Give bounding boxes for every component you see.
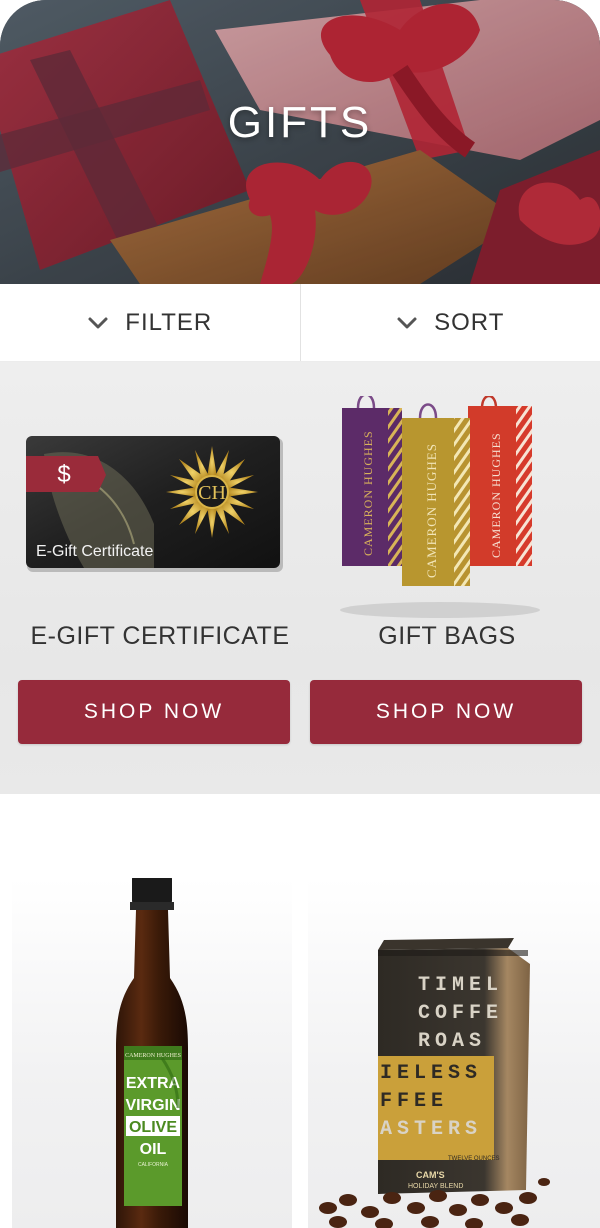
coffee-weight-text: TWELVE OUNCES [448, 1156, 500, 1162]
coffee-label-line: ASTERS [380, 1118, 482, 1141]
e-gift-certificate-title: E-GIFT CERTIFICATE [30, 622, 290, 650]
bottle-label-line: VIRGIN [125, 1097, 180, 1114]
product-card-coffee[interactable]: TIMEL COFFE ROAS IELESS FFEE ASTERS TWEL… [308, 878, 600, 1228]
hero-banner: GIFTS [0, 0, 600, 284]
coffee-flavor-text: CAM'S [416, 1170, 445, 1180]
sort-label: SORT [434, 308, 505, 336]
featured-gifts-section: CH $ E-Gift Certificate CAMERON HUGHES C… [0, 362, 600, 794]
filter-button[interactable]: FILTER [0, 284, 300, 361]
coffee-blend-text: HOLIDAY BLEND [408, 1183, 463, 1190]
bag-brand-text: CAMERON HUGHES [424, 443, 439, 578]
filter-label: FILTER [125, 308, 213, 336]
bag-brand-text: CAMERON HUGHES [361, 430, 375, 556]
chevron-down-icon [397, 317, 417, 328]
product-card-olive-oil[interactable]: CAMERON HUGHES EXTRA VIRGIN OLIVE OIL CA… [12, 876, 292, 1228]
coffee-label-line: IELESS [380, 1062, 482, 1085]
coffee-label-line: FFEE [380, 1090, 448, 1113]
page-title: GIFTS [227, 98, 373, 147]
monogram-text: CH [198, 482, 226, 504]
shop-now-button-e-gift[interactable]: SHOP NOW [18, 680, 290, 744]
filter-sort-bar: FILTER SORT [0, 284, 600, 362]
bottle-region-text: CALIFORNIA [138, 1162, 169, 1168]
coffee-label-line: ROAS [418, 1030, 486, 1053]
coffee-label-line: COFFE [418, 1002, 503, 1025]
bottle-brand-text: CAMERON HUGHES [125, 1053, 181, 1059]
coffee-label-line: TIMEL [418, 974, 503, 997]
olive-oil-bottle-image: CAMERON HUGHES EXTRA VIRGIN OLIVE OIL CA… [116, 876, 188, 1228]
bottle-label-line: OIL [140, 1141, 167, 1158]
bottle-label-line: OLIVE [129, 1119, 177, 1136]
sort-button[interactable]: SORT [299, 284, 600, 361]
gift-bags-image[interactable]: CAMERON HUGHES CAMERON HUGHES CAMERON HU… [330, 396, 544, 622]
bag-brand-text: CAMERON HUGHES [489, 432, 503, 558]
shop-now-button-gift-bags[interactable]: SHOP NOW [310, 680, 582, 744]
coffee-bag-image: TIMEL COFFE ROAS IELESS FFEE ASTERS TWEL… [319, 938, 550, 1228]
app-screen: GIFTS FILTER SORT CH $ E-Gift Certificat… [0, 0, 600, 1228]
e-gift-certificate-image[interactable]: CH $ E-Gift Certificate [24, 434, 286, 578]
gift-bags-title: GIFT BAGS [378, 622, 516, 650]
product-grid: CAMERON HUGHES EXTRA VIRGIN OLIVE OIL CA… [0, 794, 600, 1228]
chevron-down-icon [88, 317, 108, 328]
dollar-badge-text: $ [57, 461, 70, 488]
card-caption-text: E-Gift Certificate [36, 543, 153, 560]
